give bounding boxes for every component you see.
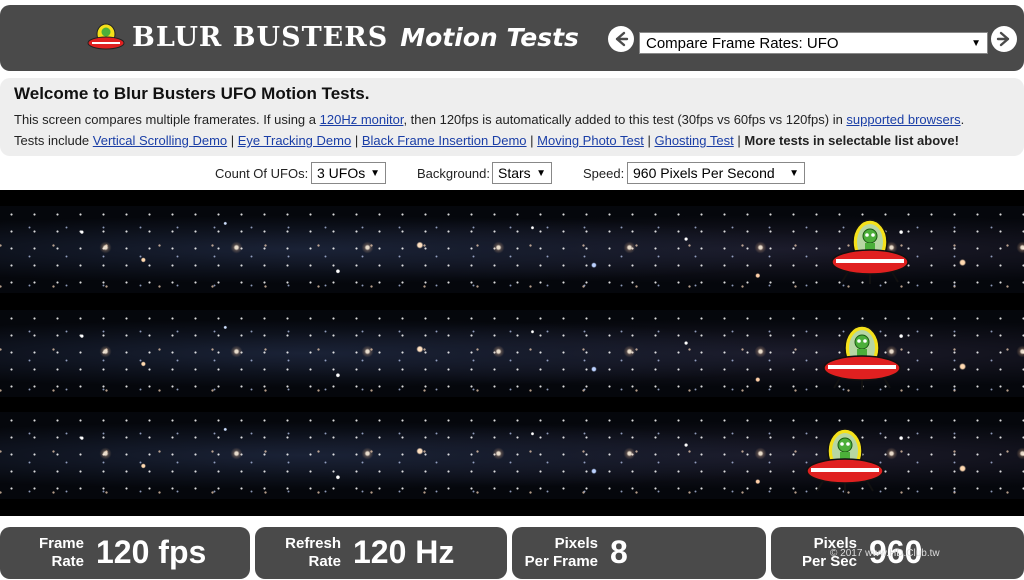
speed-value: 960 Pixels Per Second <box>633 165 775 181</box>
link-ghosting-test[interactable]: Ghosting Test <box>654 133 733 148</box>
stat-label-line: Rate <box>308 553 341 570</box>
next-test-button[interactable] <box>991 26 1017 52</box>
dropdown-caret-icon: ▼ <box>536 167 546 179</box>
dropdown-caret-icon: ▼ <box>971 37 981 49</box>
link-supported-browsers[interactable]: supported browsers <box>846 112 960 127</box>
page-root: BLUR BUSTERS Motion Tests Compare Frame … <box>0 0 1024 580</box>
stat-label-line: Pixels <box>554 535 598 552</box>
background-value: Stars <box>498 165 531 181</box>
stat-label-line: Per Frame <box>524 553 598 570</box>
info-line-tests: Tests include Vertical Scrolling Demo | … <box>14 130 1010 151</box>
info-text: . <box>960 112 965 127</box>
logo-title: BLUR BUSTERS <box>132 21 389 53</box>
link-120hz-monitor[interactable]: 120Hz monitor <box>320 112 404 127</box>
info-text: , then 120fps is automatically added to … <box>403 112 847 127</box>
background-label: Background: <box>417 166 490 181</box>
ufo-logo-icon <box>87 23 125 50</box>
logo-subtitle: Motion Tests <box>400 22 579 52</box>
stat-frame-rate: Frame Rate 120 fps <box>0 527 250 579</box>
info-text: Tests include <box>14 133 93 148</box>
stat-value: 120 fps <box>96 534 207 570</box>
ufo-sprite-1 <box>831 219 909 284</box>
info-text: This screen compares multiple framerates… <box>14 112 320 127</box>
arrow-left-icon <box>615 31 629 47</box>
motion-test-area <box>0 190 1024 516</box>
stat-refresh-rate: Refresh Rate 120 Hz <box>255 527 507 579</box>
link-separator: | <box>733 133 745 148</box>
stat-label-line: Rate <box>51 553 84 570</box>
ufo-sprite-3 <box>806 428 884 493</box>
previous-test-button[interactable] <box>608 26 634 52</box>
test-select-dropdown[interactable]: Compare Frame Rates: UFO ▼ <box>639 32 988 54</box>
stat-label: Refresh Rate <box>265 535 341 571</box>
background-select[interactable]: Stars ▼ <box>492 162 552 184</box>
arrow-right-icon <box>996 31 1010 47</box>
link-separator: | <box>526 133 538 148</box>
welcome-info-box: Welcome to Blur Busters UFO Motion Tests… <box>0 78 1024 156</box>
stat-pixels-per-frame: Pixels Per Frame 8 <box>512 527 766 579</box>
link-separator: | <box>227 133 238 148</box>
link-separator: | <box>351 133 362 148</box>
ufo-count-value: 3 UFOs <box>317 165 366 181</box>
watermark: © 2017 www.HD.Club.tw <box>830 548 940 559</box>
site-header: BLUR BUSTERS Motion Tests Compare Frame … <box>0 5 1024 71</box>
test-select-value: Compare Frame Rates: UFO <box>646 34 839 52</box>
ufo-count-select[interactable]: 3 UFOs ▼ <box>311 162 386 184</box>
welcome-title: Welcome to Blur Busters UFO Motion Tests… <box>14 84 370 103</box>
dropdown-caret-icon: ▼ <box>789 167 799 179</box>
link-eye-tracking-demo[interactable]: Eye Tracking Demo <box>238 133 351 148</box>
stat-label: Pixels Per Frame <box>520 535 598 571</box>
link-moving-photo-test[interactable]: Moving Photo Test <box>537 133 644 148</box>
speed-select[interactable]: 960 Pixels Per Second ▼ <box>627 162 805 184</box>
stat-label-line: Refresh <box>285 535 341 552</box>
stat-label: Frame Rate <box>10 535 84 571</box>
link-vertical-scrolling-demo[interactable]: Vertical Scrolling Demo <box>93 133 227 148</box>
speed-label: Speed: <box>583 166 625 181</box>
more-tests-note: More tests in selectable list above! <box>744 133 959 148</box>
dropdown-caret-icon: ▼ <box>370 167 380 179</box>
ufo-sprite-2 <box>823 325 901 390</box>
site-logo[interactable]: BLUR BUSTERS Motion Tests <box>86 17 579 57</box>
info-line-intro: This screen compares multiple framerates… <box>14 109 1010 130</box>
link-black-frame-insertion-demo[interactable]: Black Frame Insertion Demo <box>362 133 527 148</box>
ufo-count-label: Count Of UFOs: <box>215 166 309 181</box>
stat-value: 8 <box>610 534 628 570</box>
test-options-row: Count Of UFOs: 3 UFOs ▼ Background: Star… <box>0 162 1024 186</box>
stat-label-line: Frame <box>38 535 84 552</box>
stat-value: 120 Hz <box>353 534 455 570</box>
link-separator: | <box>643 133 655 148</box>
